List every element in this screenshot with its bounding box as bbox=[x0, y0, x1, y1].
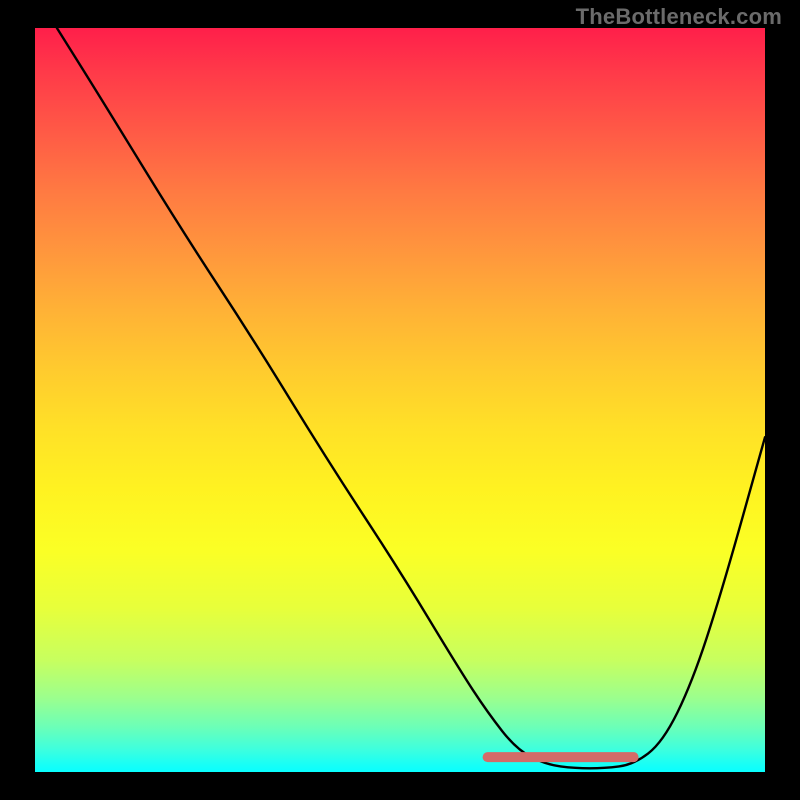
chart-svg bbox=[35, 28, 765, 772]
watermark-label: TheBottleneck.com bbox=[576, 4, 782, 30]
chart-frame: TheBottleneck.com bbox=[0, 0, 800, 800]
plot-area bbox=[35, 28, 765, 772]
bottleneck-curve bbox=[57, 28, 765, 768]
